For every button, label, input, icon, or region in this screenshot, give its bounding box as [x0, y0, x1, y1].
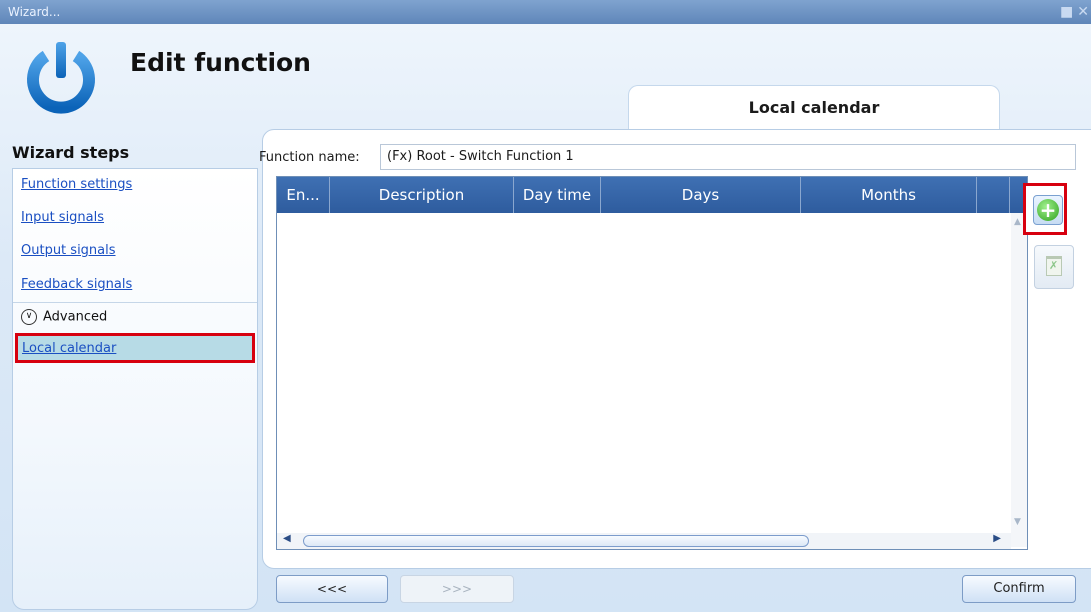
- column-header-months[interactable]: Months: [801, 177, 977, 213]
- scroll-up-icon[interactable]: ▲: [1014, 217, 1021, 227]
- sidebar-item-output-signals[interactable]: Output signals: [21, 243, 116, 258]
- scroll-thumb[interactable]: [303, 535, 809, 547]
- scroll-down-icon[interactable]: ▼: [1014, 517, 1021, 527]
- column-header-days[interactable]: Days: [601, 177, 801, 213]
- page-title: Edit function: [130, 48, 311, 77]
- delete-button[interactable]: ✗: [1034, 245, 1074, 289]
- function-name-label: Function name:: [259, 150, 360, 165]
- calendar-grid[interactable]: En... Description Day time Days Months ▲…: [276, 176, 1028, 550]
- scroll-left-icon[interactable]: ◀: [283, 533, 291, 544]
- close-icon[interactable]: ✕: [1077, 4, 1089, 20]
- recycle-icon: ✗: [1049, 259, 1059, 272]
- confirm-button[interactable]: Confirm: [962, 575, 1076, 603]
- wizard-window: Wizard... ■ ✕ Edit function Local calenda…: [0, 0, 1091, 612]
- advanced-toggle[interactable]: ∨ Advanced: [21, 309, 107, 325]
- tab-local-calendar[interactable]: Local calendar: [628, 85, 1000, 130]
- wizard-steps-heading: Wizard steps: [12, 143, 130, 162]
- window-controls: ■ ✕: [1056, 0, 1089, 24]
- plus-icon: +: [1037, 199, 1059, 221]
- sidebar-item-feedback-signals[interactable]: Feedback signals: [21, 277, 132, 292]
- scroll-right-icon[interactable]: ▶: [993, 533, 1001, 544]
- column-header-extra[interactable]: [977, 177, 1010, 213]
- delete-icon: ✗: [1046, 256, 1062, 276]
- vertical-scrollbar[interactable]: ▲ ▼: [1011, 213, 1027, 547]
- power-icon: [27, 42, 95, 114]
- sidebar-item-label: Local calendar: [22, 341, 117, 356]
- add-button[interactable]: +: [1023, 183, 1067, 235]
- window-title: Wizard...: [8, 5, 61, 19]
- chevron-down-icon: ∨: [21, 309, 37, 325]
- sidebar-item-local-calendar[interactable]: Local calendar: [15, 333, 255, 363]
- column-header-day-time[interactable]: Day time: [514, 177, 601, 213]
- add-icon: +: [1033, 195, 1063, 225]
- function-name-field[interactable]: (Fx) Root - Switch Function 1: [380, 144, 1076, 170]
- divider: [13, 302, 257, 303]
- advanced-label: Advanced: [43, 309, 108, 325]
- horizontal-scrollbar[interactable]: ◀ ▶: [277, 533, 1011, 549]
- restore-icon[interactable]: ■: [1060, 4, 1073, 20]
- grid-header: En... Description Day time Days Months: [277, 177, 1027, 213]
- column-header-enabled[interactable]: En...: [277, 177, 330, 213]
- wizard-steps-panel: Function settings Input signals Output s…: [12, 168, 258, 610]
- next-button[interactable]: >>>: [400, 575, 514, 603]
- previous-button[interactable]: <<<: [276, 575, 388, 603]
- sidebar-item-function-settings[interactable]: Function settings: [21, 177, 132, 192]
- title-bar: Wizard... ■ ✕: [0, 0, 1091, 24]
- column-header-description[interactable]: Description: [330, 177, 514, 213]
- sidebar-item-input-signals[interactable]: Input signals: [21, 210, 104, 225]
